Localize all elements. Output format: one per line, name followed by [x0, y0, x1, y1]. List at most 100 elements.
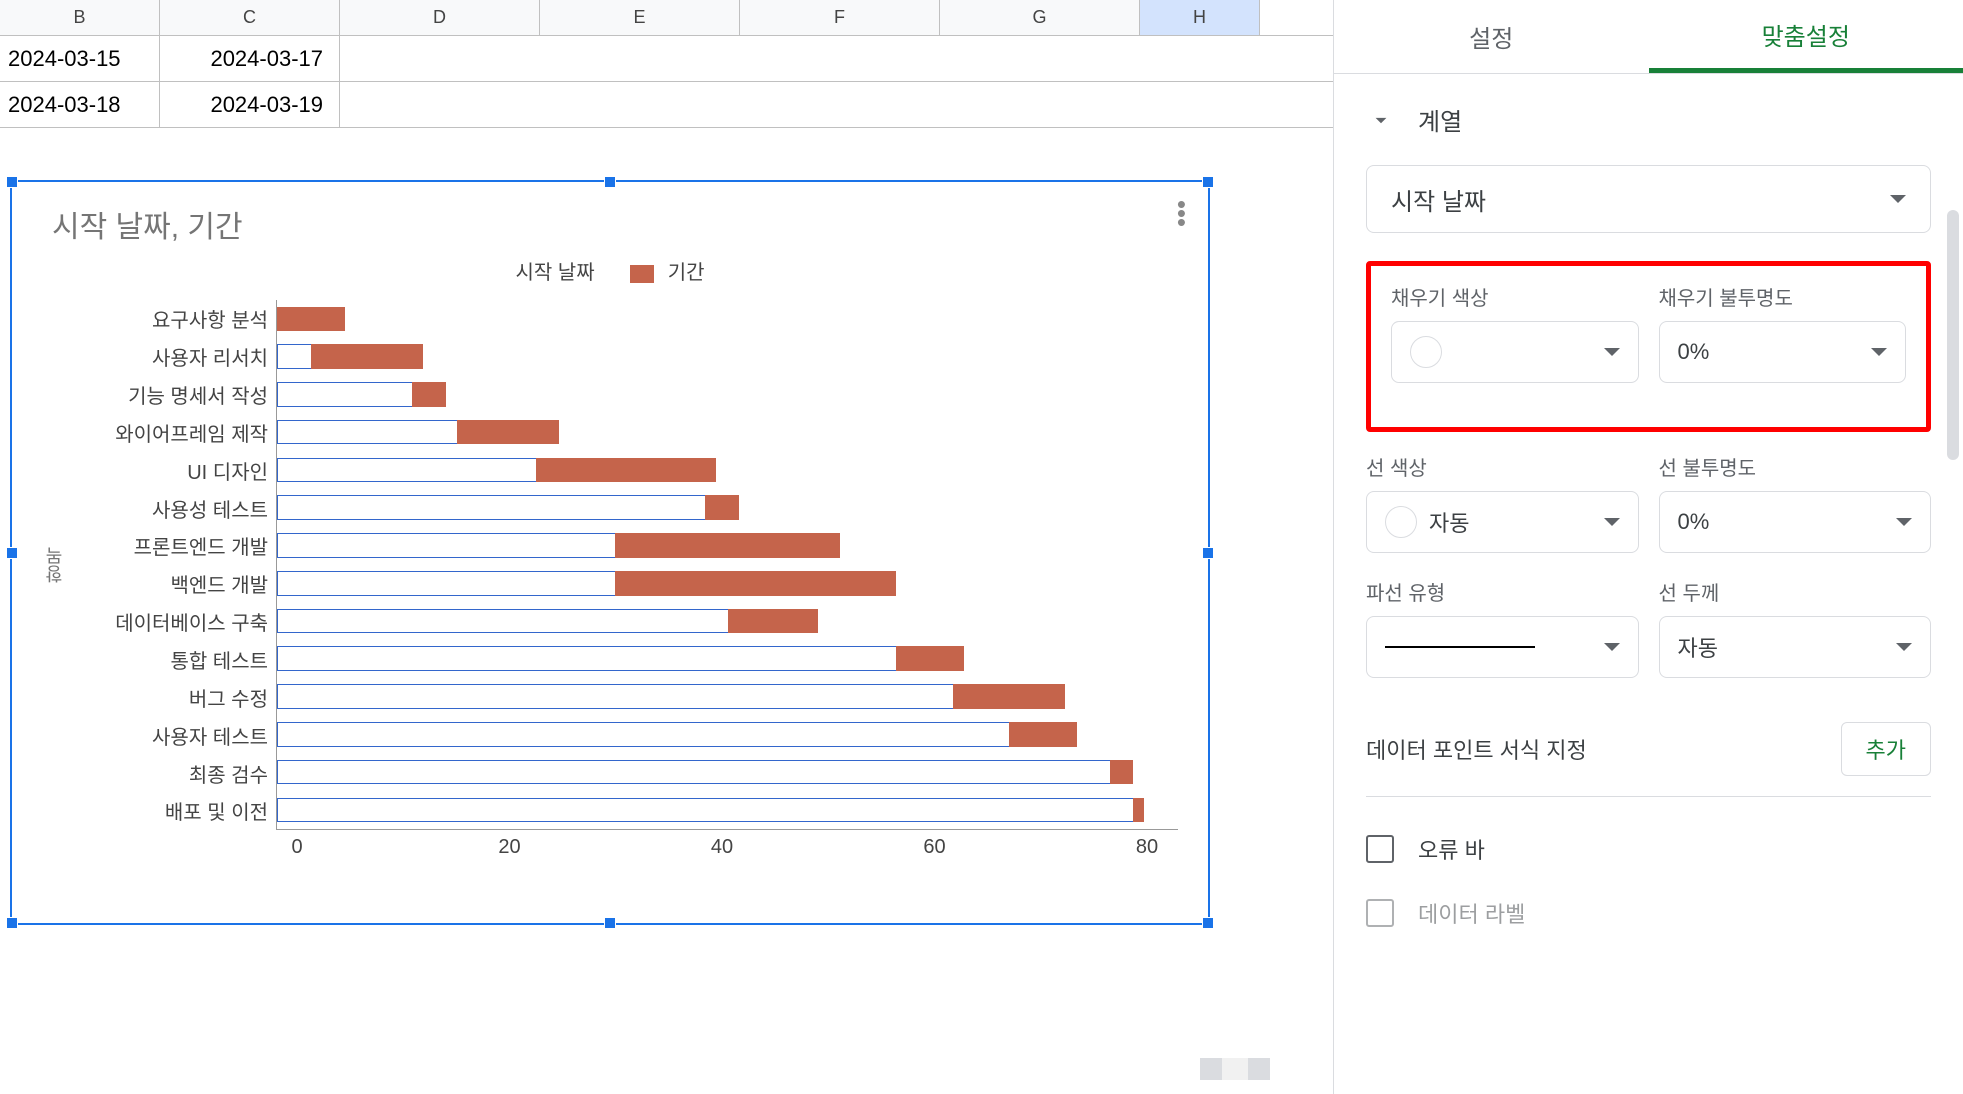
scroll-left-icon[interactable]: [1200, 1058, 1222, 1080]
line-opacity-input[interactable]: 0%: [1659, 491, 1932, 553]
section-title: 계열: [1418, 102, 1462, 137]
cell[interactable]: 2024-03-18: [0, 82, 160, 127]
fill-opacity-input[interactable]: 0%: [1659, 321, 1907, 383]
legend-series1: 시작 날짜: [515, 262, 594, 284]
chart-menu-icon[interactable]: •••: [1177, 200, 1186, 227]
bar-outline[interactable]: [277, 760, 1133, 785]
cell[interactable]: 2024-03-17: [160, 36, 340, 81]
caret-down-icon: [1604, 643, 1620, 651]
bar-fill[interactable]: [953, 684, 1066, 709]
field-value: 자동: [1429, 506, 1604, 538]
chart-container[interactable]: ••• 시작 날짜, 기간 시작 날짜 기간 항목 요구사항 분석사용자 리서치…: [10, 180, 1210, 925]
caret-down-icon: [1604, 518, 1620, 526]
field-label: 파선 유형: [1366, 577, 1639, 606]
data-row: 2024-03-18 2024-03-19: [0, 82, 1333, 128]
bar-fill[interactable]: [705, 495, 739, 520]
data-label-row[interactable]: 데이터 라벨: [1366, 881, 1931, 945]
legend-swatch-icon: [630, 265, 654, 283]
y-tick-label: 통합 테스트: [76, 645, 268, 674]
col-header-e[interactable]: E: [540, 0, 740, 35]
line-width-input[interactable]: 자동: [1659, 616, 1932, 678]
checkbox-icon[interactable]: [1366, 899, 1394, 927]
scroll-right-icon[interactable]: [1248, 1058, 1270, 1080]
col-header-g[interactable]: G: [940, 0, 1140, 35]
bar-row: [277, 489, 1178, 527]
field-label: 채우기 색상: [1391, 282, 1639, 311]
bar-outline[interactable]: [277, 495, 739, 520]
tab-settings[interactable]: 설정: [1334, 0, 1649, 73]
bar-fill[interactable]: [1009, 722, 1077, 747]
color-swatch-icon: [1385, 506, 1417, 538]
caret-down-icon: [1896, 518, 1912, 526]
highlighted-section: 채우기 색상 채우기 불투명도 0%: [1366, 261, 1931, 432]
field-label: 선 불투명도: [1659, 452, 1932, 481]
bar-fill[interactable]: [277, 307, 345, 332]
caret-down-icon: [1890, 195, 1906, 203]
panel-content: 시작 날짜 채우기 색상 채우기 불투명도 0%: [1334, 165, 1963, 977]
bar-outline[interactable]: [277, 684, 1065, 709]
bar-outline[interactable]: [277, 722, 1077, 747]
field-line-opacity: 선 불투명도 0%: [1659, 452, 1932, 553]
chart-legend[interactable]: 시작 날짜 기간: [42, 256, 1178, 285]
bar-row: [277, 338, 1178, 376]
bar-fill[interactable]: [1110, 760, 1133, 785]
bars-area: [276, 300, 1178, 830]
bar-row: [277, 451, 1178, 489]
cell[interactable]: 2024-03-15: [0, 36, 160, 81]
y-tick-label: UI 디자인: [76, 456, 268, 485]
caret-down-icon: [1604, 348, 1620, 356]
sidebar-scrollbar[interactable]: [1947, 210, 1959, 460]
chart-title[interactable]: 시작 날짜, 기간: [52, 202, 1178, 246]
bar-fill[interactable]: [615, 571, 897, 596]
section-series[interactable]: 계열: [1334, 74, 1963, 165]
tab-customize[interactable]: 맞춤설정: [1649, 0, 1963, 73]
bar-row: [277, 376, 1178, 414]
col-header-c[interactable]: C: [160, 0, 340, 35]
y-tick-label: 프론트엔드 개발: [76, 531, 268, 560]
bar-fill[interactable]: [896, 646, 964, 671]
col-header-d[interactable]: D: [340, 0, 540, 35]
y-axis-label: 항목: [42, 547, 68, 583]
bar-fill[interactable]: [615, 533, 840, 558]
y-tick-label: 배포 및 이전: [76, 796, 268, 825]
horizontal-scrollbar[interactable]: [1200, 1058, 1270, 1080]
bar-row: [277, 527, 1178, 565]
bar-fill[interactable]: [1133, 798, 1144, 823]
error-bar-row[interactable]: 오류 바: [1366, 817, 1931, 881]
bar-fill[interactable]: [311, 344, 424, 369]
y-tick-label: 사용자 테스트: [76, 721, 268, 750]
cell[interactable]: 2024-03-19: [160, 82, 340, 127]
x-tick-label: 80: [1136, 836, 1158, 859]
series-select[interactable]: 시작 날짜: [1366, 165, 1931, 233]
x-tick-label: 60: [923, 836, 945, 859]
data-point-label: 데이터 포인트 서식 지정: [1366, 733, 1587, 765]
bar-outline[interactable]: [277, 646, 964, 671]
bar-outline[interactable]: [277, 798, 1144, 823]
y-tick-label: 사용자 리서치: [76, 342, 268, 371]
bar-row: [277, 753, 1178, 791]
col-header-h[interactable]: H: [1140, 0, 1260, 35]
add-button[interactable]: 추가: [1841, 722, 1931, 776]
bar-row: [277, 640, 1178, 678]
field-fill-opacity: 채우기 불투명도 0%: [1659, 282, 1907, 383]
col-header-f[interactable]: F: [740, 0, 940, 35]
fill-color-input[interactable]: [1391, 321, 1639, 383]
y-tick-label: 데이터베이스 구축: [76, 607, 268, 636]
bar-fill[interactable]: [457, 420, 558, 445]
bar-fill[interactable]: [536, 458, 716, 483]
x-axis: 020406080: [297, 836, 1147, 866]
col-header-b[interactable]: B: [0, 0, 160, 35]
bar-fill[interactable]: [728, 609, 818, 634]
line-preview-icon: [1385, 646, 1535, 648]
bar-row: [277, 791, 1178, 829]
bar-row: [277, 678, 1178, 716]
field-line-color: 선 색상 자동: [1366, 452, 1639, 553]
y-tick-label: 와이어프레임 제작: [76, 418, 268, 447]
bar-row: [277, 564, 1178, 602]
dash-type-input[interactable]: [1366, 616, 1639, 678]
bar-fill[interactable]: [412, 382, 446, 407]
bar-row: [277, 300, 1178, 338]
line-color-input[interactable]: 자동: [1366, 491, 1639, 553]
checkbox-icon[interactable]: [1366, 835, 1394, 863]
field-fill-color: 채우기 색상: [1391, 282, 1639, 383]
